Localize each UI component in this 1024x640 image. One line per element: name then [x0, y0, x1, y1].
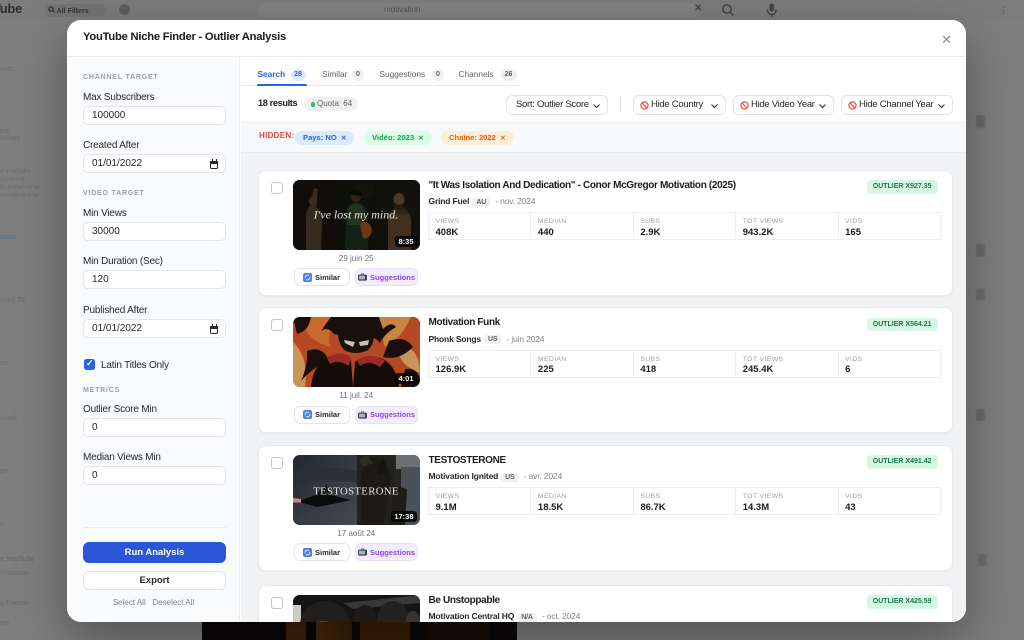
svg-text:I've lost my mind.: I've lost my mind. [313, 207, 399, 221]
svg-text:TESTOSTERONE: TESTOSTERONE [313, 485, 399, 497]
